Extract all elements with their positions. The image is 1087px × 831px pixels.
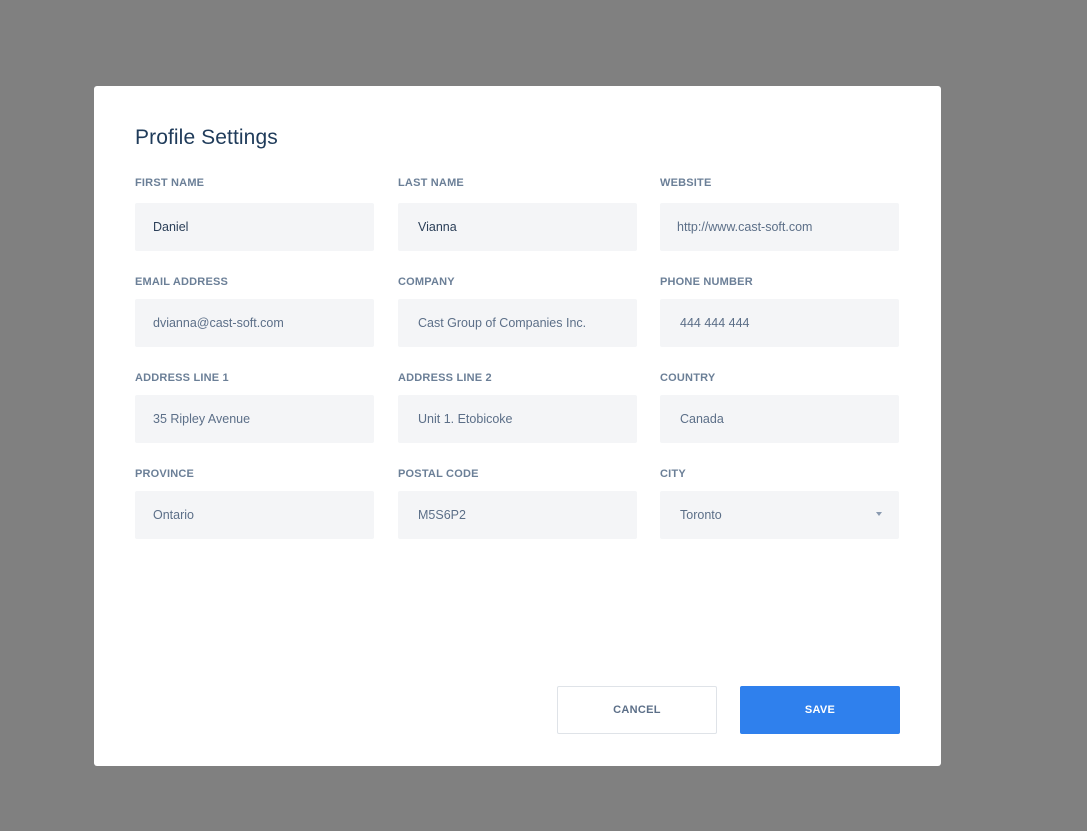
last-name-label: LAST NAME xyxy=(398,177,464,189)
company-field[interactable] xyxy=(398,299,637,347)
country-label: COUNTRY xyxy=(660,372,716,384)
profile-settings-dialog: Profile Settings FIRST NAME LAST NAME WE… xyxy=(94,86,941,766)
website-field[interactable] xyxy=(660,203,899,251)
website-label: WEBSITE xyxy=(660,177,712,189)
email-field[interactable] xyxy=(135,299,374,347)
postal-code-label: POSTAL CODE xyxy=(398,468,479,480)
province-field[interactable] xyxy=(135,491,374,539)
phone-number-field[interactable] xyxy=(660,299,899,347)
phone-number-label: PHONE NUMBER xyxy=(660,276,753,288)
dialog-title: Profile Settings xyxy=(135,126,278,149)
address-line-1-label: ADDRESS LINE 1 xyxy=(135,372,229,384)
address-line-2-field[interactable] xyxy=(398,395,637,443)
chevron-down-icon[interactable] xyxy=(876,512,882,516)
last-name-field[interactable] xyxy=(398,203,637,251)
first-name-field[interactable] xyxy=(135,203,374,251)
province-label: PROVINCE xyxy=(135,468,195,480)
city-select[interactable]: Toronto xyxy=(660,491,899,539)
cancel-button[interactable]: CANCEL xyxy=(557,686,717,734)
postal-code-field[interactable] xyxy=(398,491,637,539)
address-line-1-field[interactable] xyxy=(135,395,374,443)
city-select-value: Toronto xyxy=(680,508,722,522)
city-label: CITY xyxy=(660,468,686,480)
company-label: COMPANY xyxy=(398,276,455,288)
first-name-label: FIRST NAME xyxy=(135,177,205,189)
email-address-label: EMAIL ADDRESS xyxy=(135,276,229,288)
save-button[interactable]: SAVE xyxy=(740,686,900,734)
country-field[interactable] xyxy=(660,395,899,443)
address-line-2-label: ADDRESS LINE 2 xyxy=(398,372,492,384)
